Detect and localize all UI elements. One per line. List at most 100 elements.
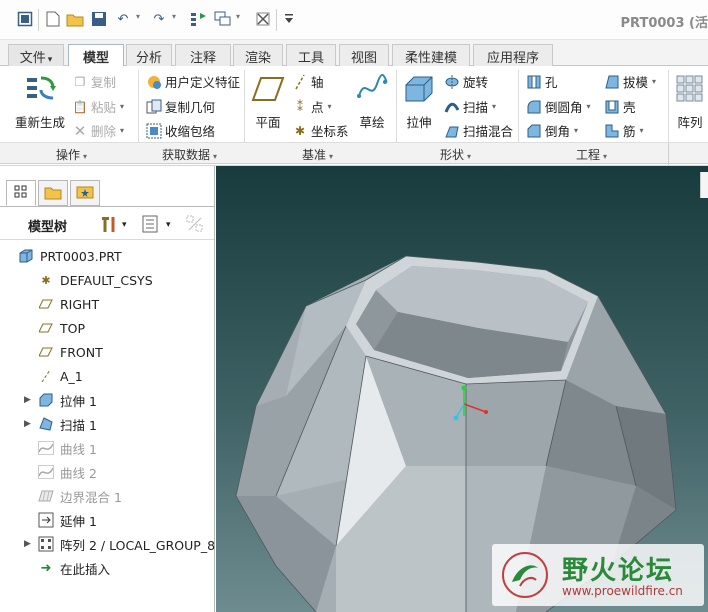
tree-item-boundary-blend[interactable]: 边界混合 1 [0,484,214,508]
group-engineering-label: 工程 [576,148,601,162]
shell-button[interactable]: 壳 [604,97,636,116]
redo-icon[interactable]: ↷ [150,10,168,28]
draft-button[interactable]: 拔模 ▾ [604,72,656,91]
extrude-label: 拉伸 [406,115,432,130]
group-engineering[interactable]: 工程 ▾ [576,146,607,163]
group-datum[interactable]: 基准 ▾ [302,146,333,163]
group-divider [668,143,669,165]
customize-toolbar-icon[interactable] [280,10,298,28]
open-folder-icon[interactable] [66,10,84,28]
axis-button[interactable]: 轴 [292,72,324,91]
swept-blend-icon [444,123,460,139]
sweep-button[interactable]: 扫描 ▾ [444,97,496,116]
csys-button[interactable]: ✱ 坐标系 [292,121,349,140]
tab-flexible-modeling[interactable]: 柔性建模 [392,44,470,66]
plane-button[interactable]: 平面 [248,72,288,131]
pattern-button[interactable]: 阵列 [672,72,708,131]
shrinkwrap-button[interactable]: 收缩包络 [146,121,215,140]
paste-button[interactable]: 📋 粘贴 ▾ [72,97,125,116]
redo-dropdown-icon[interactable]: ▾ [172,12,176,21]
tree-settings-dropdown-icon[interactable]: ▾ [122,220,127,230]
new-file-icon[interactable] [44,10,62,28]
undo-icon[interactable]: ↶ [114,10,132,28]
tree-item-top[interactable]: TOP [0,316,214,340]
show-columns-dropdown-icon[interactable]: ▾ [166,220,171,230]
copy-geometry-label: 复制几何 [165,100,216,115]
close-window-icon[interactable] [254,10,272,28]
tree-item-curve-2[interactable]: 曲线 2 [0,460,214,484]
tab-analysis[interactable]: 分析 [126,44,172,66]
tab-annotate[interactable]: 注释 [175,44,231,66]
sketch-button[interactable]: 草绘 [352,72,392,131]
regenerate-button[interactable]: 重新生成 [10,72,70,131]
tree-item-pattern[interactable]: ▶ 阵列 2 / LOCAL_GROUP_8 [0,532,215,556]
tree-item-label: 边界混合 1 [60,489,122,505]
chamfer-button[interactable]: 倒角 ▾ [526,121,578,140]
udf-button[interactable]: 用户定义特征 [146,72,240,91]
tree-item-front[interactable]: FRONT [0,340,214,364]
shrinkwrap-label: 收缩包络 [165,124,216,139]
tab-model[interactable]: 模型 [68,44,124,67]
extrude-feature-icon [38,392,54,408]
point-button[interactable]: ⁑ 点 ▾ [292,97,332,116]
model-tree: PRT0003.PRT ✱ DEFAULT_CSYS RIGHT TOP FRO… [0,244,215,580]
windows-dropdown-icon[interactable]: ▾ [236,12,240,21]
tab-tools[interactable]: 工具 [286,44,336,66]
tab-folder-browser[interactable] [38,180,68,206]
datum-plane-icon [38,320,54,336]
tab-favorites[interactable] [70,180,100,206]
tree-filters-icon[interactable] [186,215,204,237]
tree-item-label: FRONT [60,344,103,360]
hole-button[interactable]: 孔 [526,72,558,91]
tree-item-curve-1[interactable]: 曲线 1 [0,436,214,460]
tree-item-sweep[interactable]: ▶ 扫描 1 [0,412,214,436]
tree-item-part[interactable]: PRT0003.PRT [0,244,214,268]
copy-button[interactable]: ❐ 复制 [72,72,116,91]
rib-button[interactable]: 筋 ▾ [604,121,644,140]
tree-settings-icon[interactable] [98,215,120,237]
copy-geometry-button[interactable]: 复制几何 [146,97,215,116]
delete-button[interactable]: ✕ 删除 ▾ [72,121,124,140]
plane-label: 平面 [255,115,281,130]
expand-icon[interactable]: ▶ [24,539,31,549]
swept-blend-button[interactable]: 扫描混合 [444,121,513,140]
toolbar-divider [38,9,39,31]
undo-dropdown-icon[interactable]: ▾ [136,12,140,21]
tree-item-label: 延伸 1 [60,513,97,529]
delete-icon: ✕ [73,121,87,140]
tab-render[interactable]: 渲染 [233,44,283,66]
tree-item-label: 曲线 1 [60,441,97,457]
expand-icon[interactable]: ▶ [24,419,31,429]
tree-item-right[interactable]: RIGHT [0,292,214,316]
part-icon [18,248,34,264]
extrude-button[interactable]: 拉伸 [400,72,438,131]
tab-file-label: 文件 [19,51,46,66]
save-icon[interactable] [90,10,108,28]
udf-label: 用户定义特征 [165,75,241,90]
window-icon[interactable] [16,10,34,28]
graphics-viewport[interactable]: 野火论坛 www.proewildfire.cn [216,166,708,612]
tab-model-tree[interactable] [6,180,36,206]
tab-applications[interactable]: 应用程序 [473,44,553,66]
tree-item-extrude[interactable]: ▶ 拉伸 1 [0,388,214,412]
round-button[interactable]: 倒圆角 ▾ [526,97,591,116]
tab-file[interactable]: 文件 ▾ [8,44,64,66]
group-divider [668,70,669,144]
model-tree-title: 模型树 [28,220,68,235]
tree-item-insert-here[interactable]: ➜ 在此插入 [0,556,214,580]
swept-blend-label: 扫描混合 [463,124,514,139]
tree-item-axis[interactable]: A_1 [0,364,214,388]
show-columns-icon[interactable] [142,215,158,237]
windows-icon[interactable] [214,10,232,28]
tree-item-extend[interactable]: 延伸 1 [0,508,214,532]
group-shapes[interactable]: 形状 ▾ [440,146,471,163]
tab-view[interactable]: 视图 [339,44,389,66]
revolve-button[interactable]: 旋转 [444,72,488,91]
delete-dropdown-icon: ▾ [120,126,125,135]
regenerate-quick-icon[interactable] [190,10,208,28]
pattern-label: 阵列 [677,115,703,130]
tree-item-default-csys[interactable]: ✱ DEFAULT_CSYS [0,268,214,292]
group-get-data[interactable]: 获取数据 ▾ [162,146,217,163]
expand-icon[interactable]: ▶ [24,395,31,405]
group-operations[interactable]: 操作 ▾ [56,146,87,163]
